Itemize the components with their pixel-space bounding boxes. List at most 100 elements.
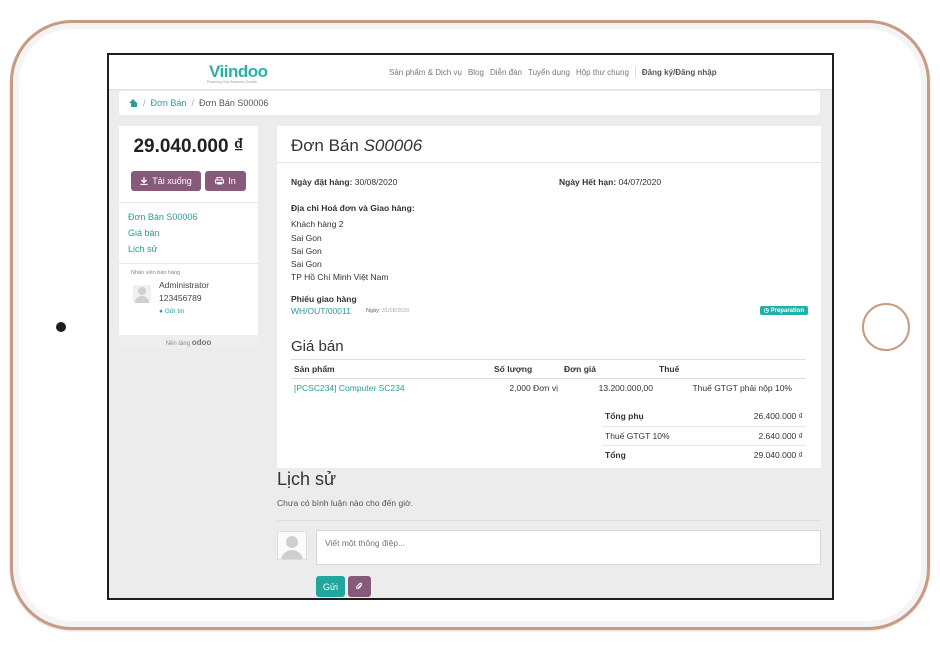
clock-icon: ◷: [763, 307, 769, 314]
logo[interactable]: Viindoo: [209, 62, 268, 82]
divider: [277, 520, 821, 521]
delivery-ref-link[interactable]: WH/OUT/00011: [291, 306, 351, 316]
qty-cell: 2,000 Đơn vị: [509, 383, 558, 393]
nav-link-blog[interactable]: Blog: [468, 68, 484, 77]
sidebar-link-pricing[interactable]: Giá bán: [128, 225, 249, 241]
salesperson-name: Administrator: [159, 280, 210, 290]
breadcrumb-separator: /: [143, 98, 146, 108]
camera-dot: [56, 322, 66, 332]
title-number: S00006: [363, 136, 423, 155]
address-line: Khách hàng 2: [291, 219, 344, 230]
table-row: [PCSC234] Computer SC234 2,000 Đơn vị 13…: [291, 379, 806, 398]
avatar: [277, 531, 307, 560]
sidebar-link-history[interactable]: Lịch sử: [128, 241, 249, 257]
sidebar-actions: Tải xuống In: [119, 171, 258, 191]
address-label: Địa chỉ Hoá đơn và Giao hàng:: [291, 203, 415, 213]
top-navbar: Viindoo Powering Your Business Growth Sả…: [109, 55, 832, 90]
print-icon: [215, 177, 225, 185]
subtotal-row: Tổng phụ 26.400.000 ₫: [602, 407, 806, 427]
delivery-date: Ngày: 31/08/2020: [366, 308, 409, 314]
home-icon[interactable]: [129, 99, 138, 107]
logo-tagline: Powering Your Business Growth: [207, 80, 257, 84]
paperclip-icon: [355, 582, 363, 590]
history-title: Lịch sử: [277, 469, 337, 489]
print-button[interactable]: In: [205, 171, 246, 191]
print-label: In: [228, 176, 236, 186]
status-badge: ◷ Preparation: [759, 305, 808, 315]
download-label: Tải xuống: [152, 176, 192, 186]
total-value: 29.040.000 ₫: [753, 449, 803, 460]
tax-value: 2.640.000 ₫: [716, 426, 806, 446]
salesperson-info: Administrator 123456789 ● Gửi tin: [159, 279, 209, 318]
status-label: Preparation: [770, 307, 804, 314]
delivery-date-value: 31/08/2020: [381, 307, 410, 314]
salesperson-label: Nhân viên bán hàng: [131, 270, 181, 276]
address-block: Khách hàng 2 Sai Gon Sai Gon Sai Gon TP …: [277, 218, 821, 284]
order-date: Ngày đặt hàng: 30/08/2020: [291, 177, 397, 187]
tax-cell: Thuế GTGT phải nộp 10%: [692, 383, 792, 393]
title-prefix: Đơn Bán: [291, 136, 359, 155]
order-date-label: Ngày đặt hàng:: [291, 177, 353, 187]
product-link[interactable]: [PCSC234] Computer SC234: [291, 379, 491, 398]
sidebar-nav: Đơn Bán S00006 Giá bán Lịch sử: [119, 203, 258, 263]
nav-divider: [634, 67, 636, 77]
breadcrumb-current: Đơn Bán S00006: [198, 98, 269, 108]
send-message-link[interactable]: ● Gửi tin: [159, 305, 209, 318]
subtotal-value: 26.400.000 ₫: [716, 407, 806, 427]
breadcrumb-parent[interactable]: Đơn Bán: [151, 98, 187, 108]
order-amount: 29.040.000 ₫: [133, 136, 244, 157]
expiry-date: Ngày Hết hạn: 04/07/2020: [559, 177, 661, 187]
tax-label: Thuế GTGT 10%: [602, 426, 717, 446]
table-header: Sản phẩm Số lượng Đơn giá Thuế: [291, 359, 806, 379]
avatar: [133, 285, 151, 303]
expiry-date-value: 04/07/2020: [618, 177, 662, 187]
delivery-label: Phiếu giao hàng: [291, 293, 357, 304]
powered-by: Nền tảng odoo: [119, 335, 258, 349]
home-button: [862, 303, 910, 351]
delivery-date-label: Ngày:: [366, 307, 381, 314]
message-input[interactable]: [316, 530, 821, 565]
order-dates: Ngày đặt hàng: 30/08/2020 Ngày Hết hạn: …: [277, 163, 821, 187]
nav-link-jobs[interactable]: Tuyển dụng: [528, 68, 570, 77]
login-link[interactable]: Đăng ký/Đăng nhập: [642, 68, 717, 77]
price-cell: 13.200.000,00: [598, 383, 653, 393]
download-icon: [140, 177, 148, 185]
download-button[interactable]: Tải xuống: [131, 171, 201, 191]
nav-links: Sản phẩm & Dịch vụ Blog Diễn đàn Tuyển d…: [389, 67, 717, 77]
history-empty: Chưa có bình luận nào cho đến giờ.: [277, 498, 414, 508]
page-title: Đơn Bán S00006: [277, 126, 821, 163]
send-button[interactable]: Gửi: [316, 576, 345, 597]
nav-link-inbox[interactable]: Hộp thư chung: [576, 68, 629, 77]
total-row: Tổng 29.040.000 ₫: [602, 445, 806, 464]
address-line: Sai Gon: [291, 232, 322, 243]
nav-link-forum[interactable]: Diễn đàn: [490, 68, 522, 77]
nav-link-products[interactable]: Sản phẩm & Dịch vụ: [389, 68, 462, 77]
screen: Viindoo Powering Your Business Growth Sả…: [107, 53, 834, 600]
order-lines-table: Sản phẩm Số lượng Đơn giá Thuế [PCSC234]…: [291, 359, 806, 397]
breadcrumb: / Đơn Bán / Đơn Bán S00006: [119, 91, 820, 115]
order-date-value: 30/08/2020: [354, 177, 398, 187]
salesperson-phone: 123456789: [159, 293, 202, 303]
attach-button[interactable]: [348, 576, 371, 597]
salesperson-card: Administrator 123456789 ● Gửi tin: [119, 276, 258, 321]
address-line: Sai Gon: [291, 245, 322, 256]
expiry-date-label: Ngày Hết hạn:: [559, 177, 617, 187]
address-line: Sai Gon: [291, 259, 322, 270]
chat-icon: ●: [159, 308, 163, 315]
tax-row: Thuế GTGT 10% 2.640.000 ₫: [602, 426, 806, 446]
breadcrumb-separator: /: [191, 98, 194, 108]
sidebar: 29.040.000 ₫ Tải xuống In Đơn Bán S00006…: [119, 126, 258, 349]
logo-text: Viindoo: [209, 62, 268, 81]
pricing-title: Giá bán: [291, 337, 344, 355]
column-header-price: Đơn giá: [561, 359, 656, 379]
total-label: Tổng: [605, 449, 626, 460]
subtotal-label: Tổng phụ: [602, 407, 717, 427]
send-message-label: Gửi tin: [164, 308, 185, 315]
column-header-product: Sản phẩm: [291, 359, 491, 379]
order-panel: Đơn Bán S00006 Ngày đặt hàng: 30/08/2020…: [277, 126, 821, 468]
odoo-logo: odoo: [191, 338, 212, 347]
column-header-tax: Thuế: [656, 359, 806, 379]
sidebar-link-order[interactable]: Đơn Bán S00006: [128, 209, 249, 225]
powered-by-label: Nền tảng: [165, 341, 191, 347]
column-header-qty: Số lượng: [491, 359, 561, 379]
